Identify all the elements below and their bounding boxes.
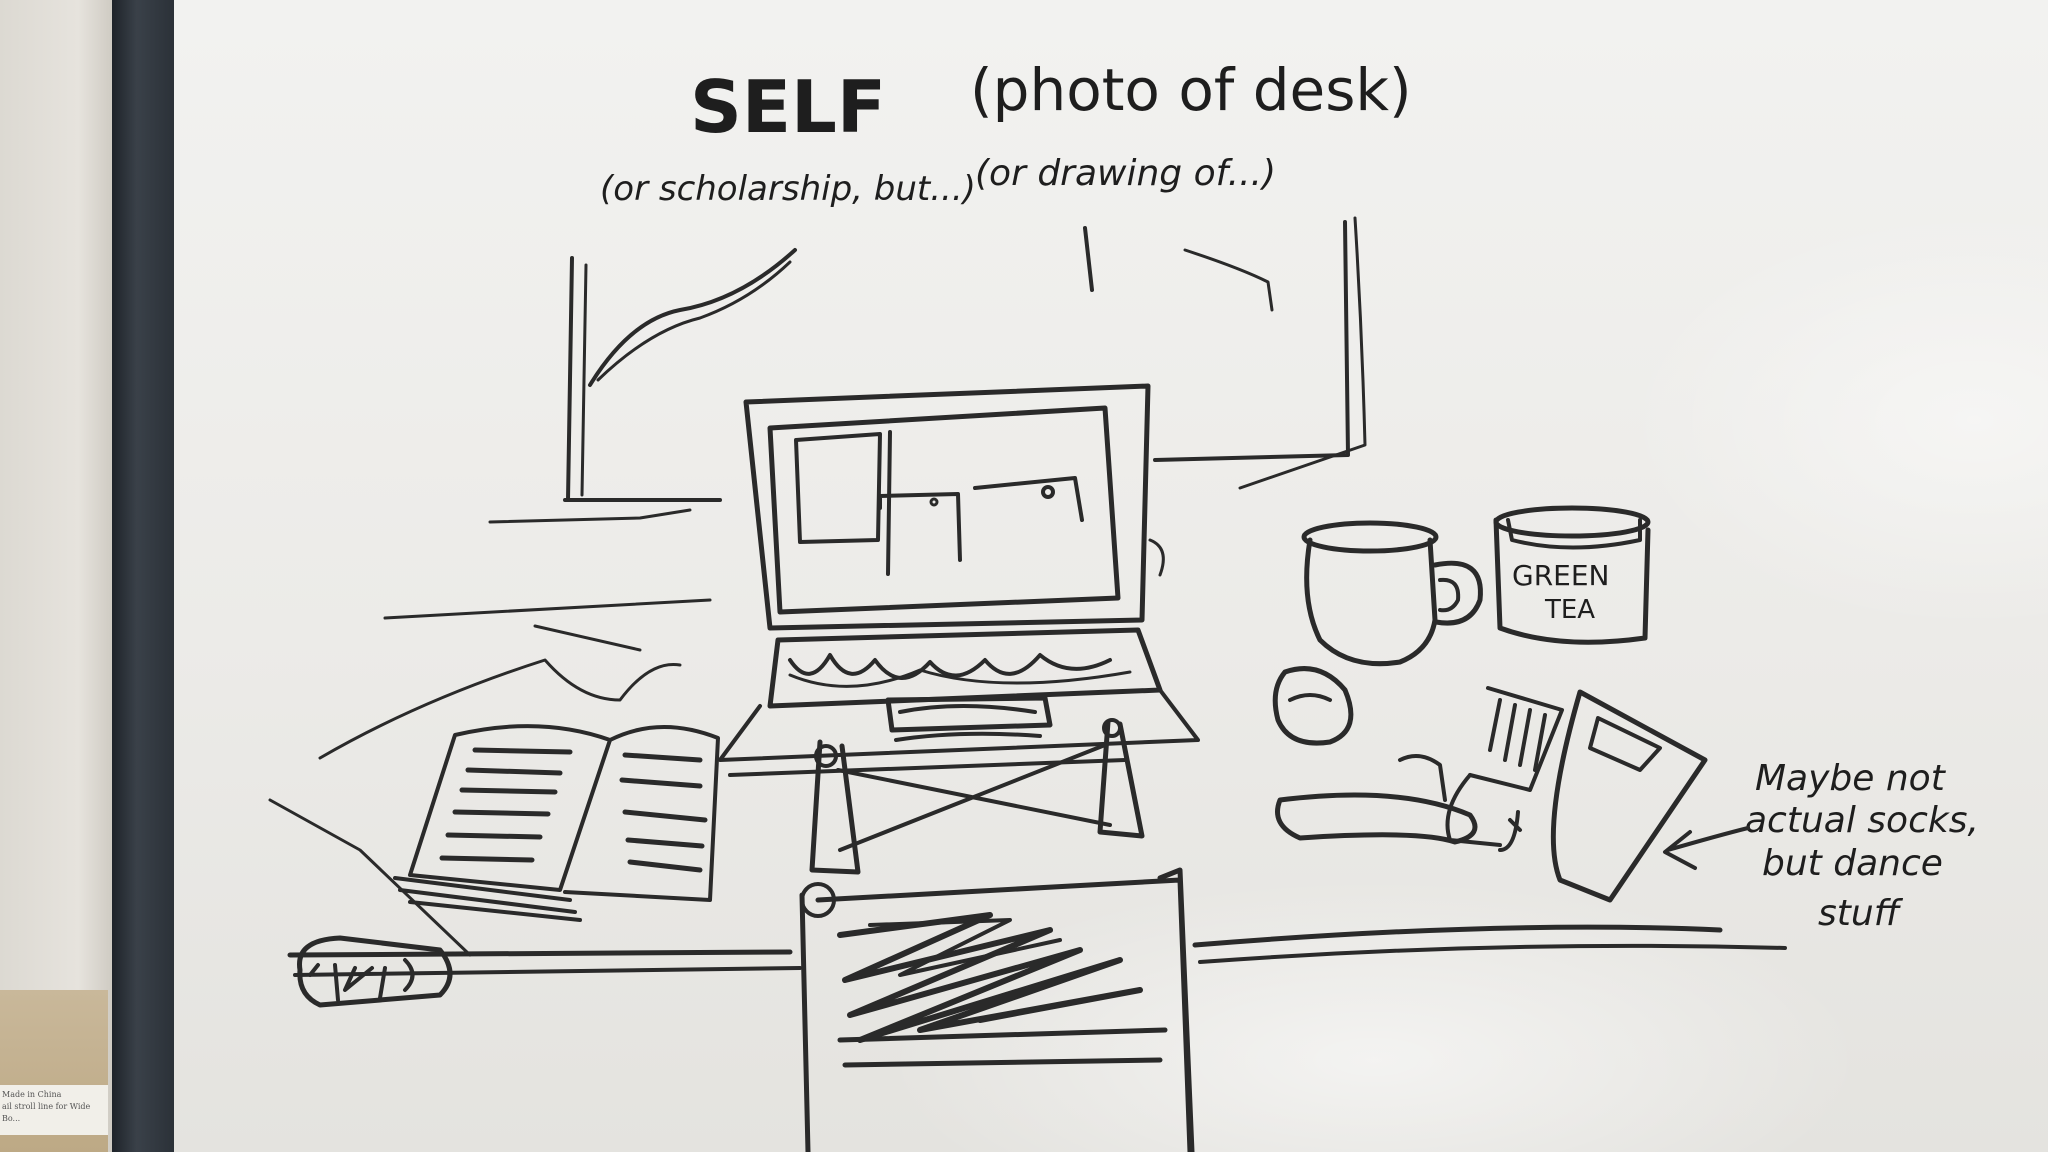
title-self: SELF [690, 65, 886, 149]
tea-mug [1301, 520, 1483, 667]
side-note-line1: Maybe not [1755, 758, 1947, 799]
left-monitor [488, 248, 797, 524]
whiteboard-sketch: SELF (photo of desk) (or scholarship, bu… [268, 56, 1979, 1152]
side-note-line3: but dance [1762, 843, 1943, 884]
right-monitor [1083, 216, 1367, 490]
open-book [268, 598, 720, 957]
desk-chair [799, 867, 1195, 1152]
laptop-stand [728, 718, 1145, 875]
note-drawing: (or drawing of...) [975, 153, 1276, 194]
green-tea-tin: GREEN TEA [1493, 505, 1651, 645]
laptop [718, 383, 1200, 762]
side-note: Maybe not actual socks, but dance stuff [1663, 758, 1979, 934]
tin-label-tea: TEA [1544, 595, 1595, 625]
title-aside: (photo of desk) [970, 56, 1412, 124]
tin-label-green: GREEN [1512, 559, 1609, 592]
desk-items-right [1272, 666, 1478, 845]
side-note-line2: actual socks, [1745, 800, 1979, 841]
note-scholarship: (or scholarship, but...) [600, 169, 976, 209]
side-note-line4: stuff [1818, 893, 1904, 934]
dance-socks [1445, 686, 1708, 903]
